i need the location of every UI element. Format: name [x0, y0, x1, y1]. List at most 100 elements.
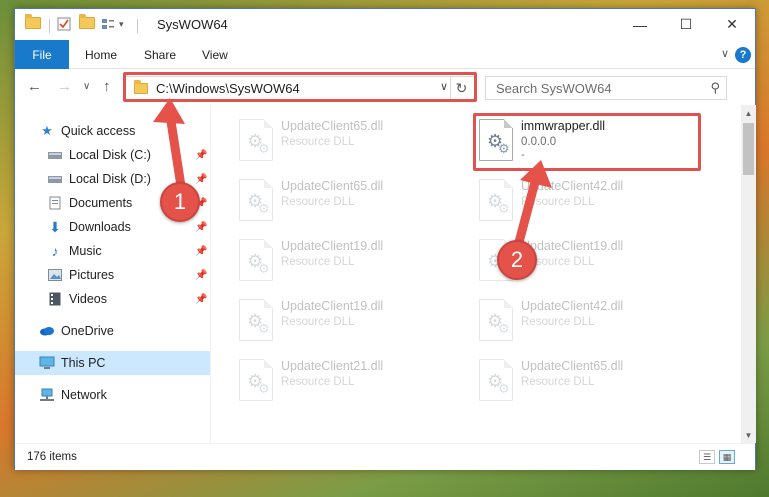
pin-icon[interactable]: 📌: [195, 270, 207, 281]
file-name: UpdateClient65.dll: [281, 179, 384, 193]
scroll-thumb[interactable]: [743, 123, 754, 175]
list-item[interactable]: ⚙⚙ UpdateClient19.dll Resource DLL: [231, 235, 461, 285]
sidebar-item-label: Local Disk (C:): [69, 148, 151, 162]
sidebar-item-label: This PC: [61, 356, 106, 370]
dll-file-icon: ⚙⚙: [239, 359, 273, 401]
navigation-bar: ← → ∨ ↑ C:\Windows\SysWOW64 ∨ ↻ ⚲: [15, 69, 755, 105]
pictures-icon: [47, 267, 63, 283]
file-name: UpdateClient65.dll: [281, 119, 384, 133]
folder-icon[interactable]: [25, 14, 41, 29]
sidebar-item-label: Quick access: [61, 124, 136, 138]
file-type: Resource DLL: [521, 196, 595, 208]
dll-file-icon: ⚙⚙: [479, 299, 513, 341]
list-item[interactable]: ⚙ ⚙ UpdateClient65.dll Resource DLL: [231, 115, 461, 165]
scroll-down-icon[interactable]: ▼: [741, 427, 756, 443]
onedrive-icon: [39, 323, 55, 339]
computer-icon: [39, 355, 55, 371]
file-name: UpdateClient65.dll: [521, 359, 624, 373]
sidebar-item-label: Pictures: [69, 268, 115, 282]
title-bar: ▾ SysWOW64 — ☐ ✕: [15, 9, 755, 40]
dll-file-icon: ⚙⚙: [479, 179, 513, 221]
dll-file-icon: ⚙⚙: [239, 239, 273, 281]
title-separator: [137, 19, 138, 33]
search-icon[interactable]: ⚲: [710, 80, 720, 96]
properties-icon[interactable]: [57, 17, 71, 31]
sidebar-item-label: Documents: [69, 196, 133, 210]
search-box[interactable]: ⚲: [485, 76, 727, 100]
new-folder-icon[interactable]: [79, 14, 95, 29]
drive-icon: [47, 147, 63, 163]
dll-file-icon: ⚙⚙: [239, 179, 273, 221]
file-name: UpdateClient19.dll: [281, 299, 384, 313]
file-highlight-box: [473, 113, 701, 171]
sidebar-item-this-pc[interactable]: This PC: [15, 351, 210, 375]
file-type: Resource DLL: [281, 256, 355, 268]
list-item[interactable]: ⚙⚙ UpdateClient19.dll Resource DLL: [231, 295, 461, 345]
sidebar-item-network[interactable]: Network: [15, 383, 210, 407]
sidebar-item-videos[interactable]: Videos 📌: [15, 287, 210, 311]
dll-file-icon: ⚙⚙: [239, 299, 273, 341]
file-type: Resource DLL: [281, 136, 355, 148]
status-bar: 176 items ☰ ▦: [15, 443, 755, 470]
ribbon-expand-icon[interactable]: ∨: [721, 47, 729, 60]
close-button[interactable]: ✕: [709, 9, 755, 40]
list-item[interactable]: ⚙ ⚙ UpdateClient65.dll Resource DLL: [471, 355, 701, 405]
address-highlight-box: [123, 72, 477, 102]
sidebar-item-label: OneDrive: [61, 324, 114, 338]
forward-button[interactable]: →: [57, 78, 72, 95]
file-name: UpdateClient42.dll: [521, 179, 624, 193]
pin-icon[interactable]: 📌: [195, 222, 207, 233]
details-view-icon[interactable]: ☰: [699, 450, 715, 464]
view-options-icon[interactable]: [101, 17, 115, 31]
up-button[interactable]: ↑: [103, 78, 111, 95]
navigation-pane: ★ Quick access Local Disk (C:) 📌 Local D…: [15, 105, 210, 443]
tab-file[interactable]: File: [15, 40, 69, 69]
tab-home[interactable]: Home: [85, 40, 117, 69]
maximize-button[interactable]: ☐: [663, 9, 709, 40]
window-title: SysWOW64: [157, 17, 228, 32]
step-badge-1: 1: [160, 182, 200, 222]
help-icon[interactable]: ?: [735, 47, 751, 63]
pin-icon[interactable]: 📌: [195, 294, 207, 305]
tab-share[interactable]: Share: [144, 40, 176, 69]
drive-icon: [47, 171, 63, 187]
file-explorer-window: ▾ SysWOW64 — ☐ ✕ File Home Share View ∨ …: [14, 8, 756, 470]
scroll-up-icon[interactable]: ▲: [741, 105, 756, 121]
pin-icon[interactable]: 📌: [195, 246, 207, 257]
pin-icon[interactable]: 📌: [195, 174, 207, 185]
sidebar-item-label: Network: [61, 388, 107, 402]
list-item[interactable]: ⚙ ⚙ UpdateClient65.dll Resource DLL: [231, 175, 461, 225]
item-count: 176 items: [27, 451, 77, 463]
file-type: Resource DLL: [521, 316, 595, 328]
recent-locations-dropdown[interactable]: ∨: [83, 81, 90, 92]
list-item[interactable]: ⚙ ⚙ UpdateClient42.dll Resource DLL: [471, 295, 701, 345]
file-type: Resource DLL: [521, 376, 595, 388]
dll-file-icon: ⚙⚙: [479, 359, 513, 401]
sidebar-item-local-disk-c[interactable]: Local Disk (C:) 📌: [15, 143, 210, 167]
step-badge-2: 2: [497, 240, 537, 280]
file-name: UpdateClient21.dll: [281, 359, 384, 373]
sidebar-item-onedrive[interactable]: OneDrive: [15, 319, 210, 343]
file-name: UpdateClient19.dll: [521, 239, 624, 253]
search-input[interactable]: [486, 77, 696, 99]
customize-toolbar-dropdown[interactable]: ▾: [119, 19, 124, 30]
title-separator: [49, 19, 50, 33]
pin-icon[interactable]: 📌: [195, 150, 207, 161]
sidebar-item-label: Videos: [69, 292, 107, 306]
sidebar-item-pictures[interactable]: Pictures 📌: [15, 263, 210, 287]
tiles-view-icon[interactable]: ▦: [719, 450, 735, 464]
list-item[interactable]: ⚙ ⚙ UpdateClient42.dll Resource DLL: [471, 175, 701, 225]
downloads-icon: ⬇: [49, 218, 61, 235]
file-type: Resource DLL: [281, 316, 355, 328]
back-button[interactable]: ←: [27, 78, 42, 95]
minimize-button[interactable]: —: [617, 9, 663, 40]
file-name: UpdateClient19.dll: [281, 239, 384, 253]
sidebar-item-quick-access[interactable]: ★ Quick access: [15, 119, 210, 143]
sidebar-item-label: Music: [69, 244, 102, 258]
music-icon: ♪: [51, 243, 59, 259]
vertical-scrollbar[interactable]: ▲ ▼: [741, 105, 756, 443]
tab-view[interactable]: View: [202, 40, 228, 69]
star-icon: ★: [41, 123, 53, 138]
sidebar-item-music[interactable]: ♪ Music 📌: [15, 239, 210, 263]
list-item[interactable]: ⚙ ⚙ UpdateClient21.dll Resource DLL: [231, 355, 461, 405]
